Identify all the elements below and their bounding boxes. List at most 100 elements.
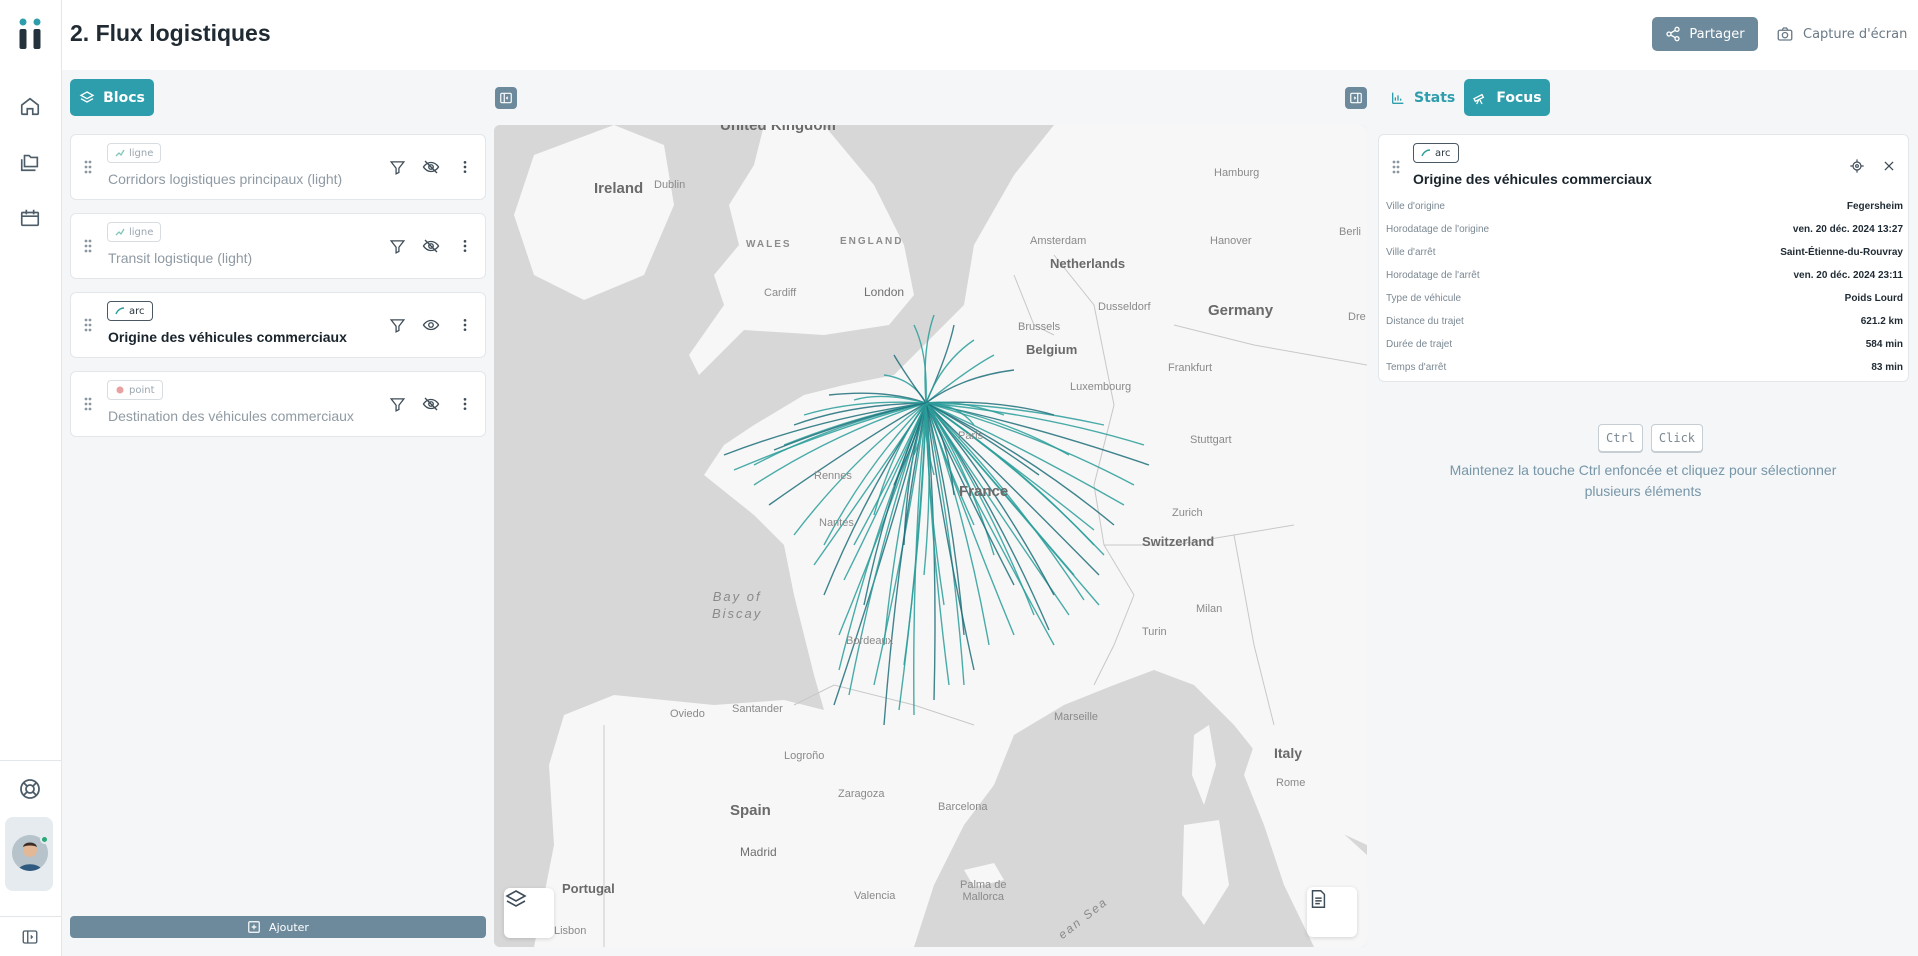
- map-label-madrid: Madrid: [740, 845, 777, 859]
- map-label-palma: Palma de Mallorca: [960, 879, 1007, 903]
- drag-handle-icon[interactable]: [83, 159, 93, 175]
- map-legend-button[interactable]: [1307, 887, 1357, 937]
- telescope-icon: [1473, 93, 1485, 104]
- locate-icon[interactable]: [1848, 157, 1866, 175]
- focus-label: Focus: [1496, 89, 1542, 106]
- map-label-belgium: Belgium: [1026, 342, 1078, 357]
- rail-divider: [0, 760, 62, 761]
- map-label-turin: Turin: [1142, 626, 1167, 638]
- screenshot-button[interactable]: Capture d'écran: [1776, 17, 1907, 51]
- layer-type-badge: point: [107, 380, 163, 400]
- filter-icon[interactable]: [387, 157, 407, 177]
- more-vertical-icon[interactable]: [455, 315, 475, 335]
- share-label: Partager: [1689, 26, 1745, 42]
- layer-name: Transit logistique (light): [108, 250, 253, 266]
- eye-off-icon[interactable]: [421, 236, 441, 256]
- map-label-zurich: Zurich: [1172, 507, 1203, 519]
- map-label-cardiff: Cardiff: [764, 287, 797, 299]
- attribute-row: Durée de trajet 584 min: [1386, 333, 1903, 355]
- eye-icon[interactable]: [421, 315, 441, 335]
- more-vertical-icon[interactable]: [455, 394, 475, 414]
- attribute-key: Horodatage de l'origine: [1386, 223, 1490, 235]
- eye-off-icon[interactable]: [421, 157, 441, 177]
- map-label-rome: Rome: [1276, 777, 1306, 789]
- attribute-value: Poids Lourd: [1844, 292, 1903, 304]
- more-vertical-icon[interactable]: [455, 236, 475, 256]
- collapse-right-panel-button[interactable]: [1345, 87, 1367, 109]
- tab-stats[interactable]: Stats: [1386, 79, 1459, 116]
- map-label-stuttgart: Stuttgart: [1190, 434, 1232, 446]
- map-label-frankfurt: Frankfurt: [1168, 362, 1213, 374]
- map-label-switzerland: Switzerland: [1142, 534, 1215, 549]
- attribute-value: Saint-Étienne-du-Rouvray: [1780, 246, 1903, 258]
- layer-card[interactable]: ligne Transit logistique (light): [70, 213, 486, 279]
- layer-card-active[interactable]: arc Origine des véhicules commerciaux: [70, 292, 486, 358]
- map-view[interactable]: United Kingdom Ireland Dublin WALES ENGL…: [494, 125, 1367, 947]
- line-icon: [115, 228, 125, 236]
- layer-type-badge: arc: [107, 301, 153, 321]
- map-label-milan: Milan: [1196, 603, 1223, 615]
- layer-card[interactable]: point Destination des véhicules commerci…: [70, 371, 486, 437]
- calendar-icon[interactable]: [17, 205, 43, 231]
- eye-off-icon[interactable]: [421, 394, 441, 414]
- folders-icon[interactable]: [17, 149, 43, 175]
- share-button[interactable]: Partager: [1652, 17, 1758, 51]
- filter-icon[interactable]: [387, 315, 407, 335]
- map-label-logrono: Logroño: [784, 750, 825, 762]
- more-vertical-icon[interactable]: [455, 157, 475, 177]
- attribute-row: Distance du trajet 621.2 km: [1386, 310, 1903, 332]
- map-label-nantes: Nantes: [819, 517, 854, 529]
- blocs-button[interactable]: Blocs: [70, 79, 154, 116]
- home-icon[interactable]: [17, 93, 43, 119]
- attribute-key: Ville d'origine: [1386, 200, 1445, 212]
- filter-icon[interactable]: [387, 236, 407, 256]
- user-avatar-button[interactable]: [5, 817, 53, 891]
- nav-rail: [0, 0, 62, 956]
- add-layer-button[interactable]: Ajouter: [70, 916, 486, 938]
- attribute-key: Type de véhicule: [1386, 292, 1462, 304]
- map-label-berlin: Berli: [1339, 226, 1362, 238]
- drag-handle-icon[interactable]: [83, 238, 93, 254]
- app-logo[interactable]: [18, 18, 44, 50]
- collapse-left-panel-button[interactable]: [495, 87, 517, 109]
- drag-handle-icon[interactable]: [83, 396, 93, 412]
- point-icon: [116, 386, 124, 394]
- online-status-dot: [40, 835, 49, 844]
- map-label-bordeaux: Bordeaux: [846, 635, 894, 647]
- map-label-marseille: Marseille: [1054, 711, 1099, 723]
- close-icon[interactable]: [1880, 157, 1898, 175]
- focus-card: arc Origine des véhicules commerciaux Vi…: [1378, 134, 1909, 382]
- lifebuoy-icon[interactable]: [17, 776, 43, 802]
- map-label-uk: United Kingdom: [720, 125, 836, 134]
- attribute-row: Ville d'origine Fegersheim: [1386, 195, 1903, 217]
- map-label-london: London: [864, 285, 905, 299]
- capture-label: Capture d'écran: [1803, 26, 1908, 42]
- map-layers-button[interactable]: [504, 888, 554, 938]
- attribute-value: Fegersheim: [1846, 200, 1903, 212]
- layers-icon: [505, 890, 527, 907]
- drag-handle-icon[interactable]: [1391, 159, 1401, 175]
- multi-select-hint: Maintenez la touche Ctrl enfoncée et cli…: [1449, 462, 1837, 499]
- focus-title: Origine des véhicules commerciaux: [1413, 171, 1652, 187]
- bar-chart-icon: [1392, 92, 1404, 104]
- attribute-key: Durée de trajet: [1386, 338, 1453, 350]
- blocs-label: Blocs: [103, 89, 145, 106]
- focus-type-badge: arc: [1413, 143, 1459, 163]
- drag-handle-icon[interactable]: [83, 317, 93, 333]
- attribute-value: 83 min: [1871, 361, 1903, 373]
- attribute-row: Horodatage de l'arrêt ven. 20 déc. 2024 2…: [1386, 264, 1903, 286]
- filter-icon[interactable]: [387, 394, 407, 414]
- map-label-france: France: [959, 483, 1009, 500]
- tab-focus[interactable]: Focus: [1464, 79, 1550, 116]
- attribute-value: 584 min: [1865, 338, 1903, 350]
- attribute-key: Distance du trajet: [1386, 315, 1464, 327]
- sidebar-toggle-icon[interactable]: [17, 924, 43, 950]
- layer-name: Destination des véhicules commerciaux: [108, 408, 354, 424]
- attribute-value: 621.2 km: [1860, 315, 1903, 327]
- layer-card[interactable]: ligne Corridors logistiques principaux (…: [70, 134, 486, 200]
- layer-type-badge: ligne: [107, 143, 162, 163]
- shortcut-keys: Ctrl Click: [1598, 424, 1704, 452]
- map-label-portugal: Portugal: [562, 881, 615, 896]
- map-label-lisbon: Lisbon: [554, 925, 587, 937]
- panel-collapse-icon: [1350, 92, 1362, 104]
